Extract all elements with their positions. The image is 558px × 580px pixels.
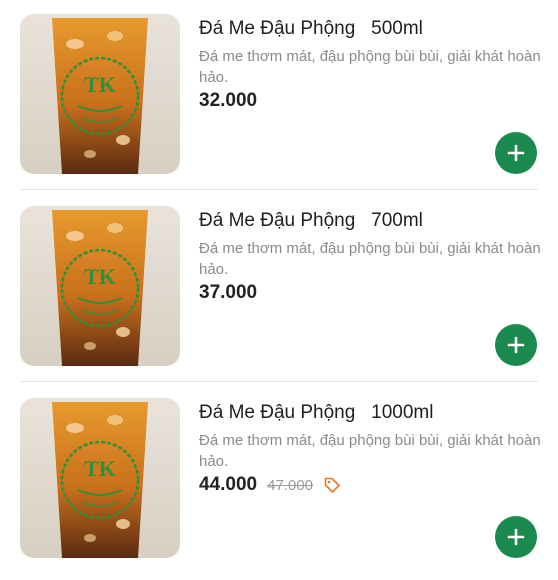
plus-icon	[507, 144, 525, 162]
product-image[interactable]: TK	[20, 14, 180, 174]
logo-text: TK	[84, 456, 116, 481]
product-item[interactable]: TK Đá Me Đậu Phộng 700ml Đá me thơm mát,…	[0, 192, 558, 382]
price-row: 32.000	[199, 90, 257, 112]
drink-cup-image: TK	[52, 210, 148, 366]
add-to-cart-button[interactable]	[495, 324, 537, 366]
product-description: Đá me thơm mát, đậu phộng bùi bùi, giải …	[199, 240, 541, 278]
logo-text: TK	[84, 72, 116, 97]
product-price: 32.000	[199, 90, 258, 111]
product-image[interactable]: TK	[20, 398, 180, 558]
divider	[20, 189, 538, 190]
product-item[interactable]: TK Đá Me Đậu Phộng 500ml Đá me thơm mát,…	[0, 0, 558, 190]
drink-cup-image: TK	[52, 402, 148, 558]
tag-icon	[324, 477, 340, 493]
drink-cup-image: TK	[52, 18, 148, 174]
product-item[interactable]: TK Đá Me Đậu Phộng 1000ml Đá me thơm mát…	[0, 384, 558, 574]
product-title[interactable]: Đá Me Đậu Phộng 700ml	[199, 210, 423, 232]
product-title[interactable]: Đá Me Đậu Phộng 500ml	[199, 18, 423, 40]
product-description: Đá me thơm mát, đậu phộng bùi bùi, giải …	[199, 48, 541, 86]
logo-text: TK	[84, 264, 116, 289]
add-to-cart-button[interactable]	[495, 132, 537, 174]
product-title[interactable]: Đá Me Đậu Phộng 1000ml	[199, 402, 433, 424]
plus-icon	[507, 528, 525, 546]
plus-icon	[507, 336, 525, 354]
product-price: 44.000	[199, 474, 258, 495]
price-row: 37.000	[199, 282, 257, 304]
product-description: Đá me thơm mát, đậu phộng bùi bùi, giải …	[199, 432, 541, 470]
product-image[interactable]: TK	[20, 206, 180, 366]
price-row: 44.000 47.000	[199, 474, 341, 496]
add-to-cart-button[interactable]	[495, 516, 537, 558]
original-price: 47.000	[267, 476, 314, 494]
product-price: 37.000	[199, 282, 258, 303]
divider	[20, 381, 538, 382]
